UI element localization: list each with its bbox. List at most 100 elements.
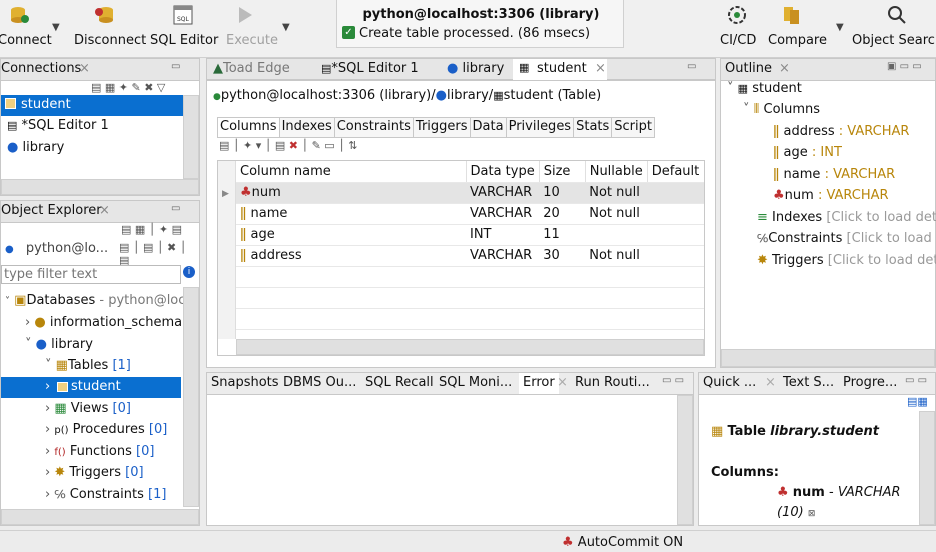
chevron-right-icon[interactable]: › <box>45 487 50 502</box>
chevron-down-icon[interactable]: ▼ <box>282 22 290 33</box>
object-search-button[interactable]: Object Search <box>848 0 936 58</box>
minimize-icon[interactable]: ▭ ▭ <box>905 375 927 386</box>
outline-col-name[interactable]: ǁ name : VARCHAR <box>773 167 895 182</box>
subtab-data[interactable]: Data <box>469 118 506 137</box>
sql-editor-button[interactable]: SQL SQL Editor <box>150 0 218 58</box>
chevron-right-icon[interactable]: › <box>45 379 50 394</box>
vertical-scrollbar[interactable] <box>677 395 693 525</box>
tree-procedures[interactable]: › p() Procedures [0] <box>45 422 167 437</box>
table-row[interactable]: ♣num VARCHAR 10 Not null <box>236 182 704 204</box>
outline-constraints[interactable]: ℅Constraints [Click to load de <box>757 231 936 246</box>
outline-col-address[interactable]: ǁ address : VARCHAR <box>773 124 909 139</box>
chevron-down-icon[interactable]: ▼ <box>836 22 844 33</box>
minimize-icon[interactable]: ▭ ▭ <box>662 375 684 386</box>
close-icon[interactable]: × <box>595 61 606 76</box>
chevron-down-icon[interactable]: ˅ <box>45 358 52 373</box>
cicd-button[interactable]: CI/CD <box>716 0 760 58</box>
header-column-name[interactable]: Column name <box>236 161 467 183</box>
header-size[interactable]: Size <box>539 161 586 183</box>
horizontal-scrollbar[interactable] <box>1 179 199 195</box>
subtab-constraints[interactable]: Constraints <box>333 118 413 137</box>
tab-dbms-output[interactable]: DBMS Ou... <box>283 375 356 390</box>
tab-toad-edge[interactable]: ▲Toad Edge <box>213 61 290 76</box>
tab-error[interactable]: Error <box>519 373 559 394</box>
tab-library[interactable]: ● library <box>447 61 504 76</box>
tab-run-routine[interactable]: Run Routi... <box>575 375 650 390</box>
connection-item-library[interactable]: ● library <box>7 140 64 155</box>
disconnect-button[interactable]: Disconnect <box>74 0 146 58</box>
chevron-down-icon[interactable]: ▼ <box>52 22 60 33</box>
outline-col-age[interactable]: ǁ age : INT <box>773 145 842 160</box>
connect-button[interactable]: ▼ Connect <box>0 0 60 58</box>
close-icon[interactable]: × <box>79 61 90 76</box>
explorer-connection[interactable]: ● python@lo... <box>5 241 108 256</box>
header-data-type[interactable]: Data type <box>466 161 540 183</box>
connection-item-sql-editor[interactable]: ▤ *SQL Editor 1 <box>7 118 109 133</box>
subtab-triggers[interactable]: Triggers <box>412 118 470 137</box>
outline-menu-icons[interactable]: ▣ ▭ ▭ <box>887 61 922 72</box>
tab-sql-monitor[interactable]: SQL Moni... <box>439 375 512 390</box>
close-icon[interactable]: × <box>557 375 568 390</box>
autocommit-status[interactable]: ♣ AutoCommit ON <box>562 535 683 550</box>
chevron-down-icon[interactable]: ˅ <box>727 81 734 96</box>
subtab-privileges[interactable]: Privileges <box>505 118 574 137</box>
connection-action-icons[interactable]: ▤ │ ▤ │ ✖ │ ▤ <box>119 241 199 267</box>
execute-button[interactable]: ▼ Execute <box>226 0 290 58</box>
close-icon[interactable]: × <box>779 61 790 76</box>
tab-text-search[interactable]: Text S... <box>783 375 834 390</box>
table-row[interactable]: ǁ address VARCHAR 30 Not null <box>236 245 704 267</box>
quick-toolbar-icons[interactable]: ▤▦ <box>907 395 928 408</box>
tab-outline[interactable]: Outline <box>725 61 772 76</box>
tab-object-explorer[interactable]: Object Explorer <box>1 203 102 218</box>
chevron-down-icon[interactable]: ˅ <box>743 102 750 117</box>
tab-sql-editor[interactable]: ▤*SQL Editor 1 <box>321 61 419 76</box>
tree-information-schema[interactable]: › ● information_schema <box>25 315 182 330</box>
chevron-down-icon[interactable]: ˅ <box>5 296 10 307</box>
tab-quick-view[interactable]: Quick ... <box>703 375 756 390</box>
tree-databases[interactable]: ˅ ▣Databases - python@loca <box>5 293 193 308</box>
outline-columns[interactable]: ˅ ⦀ Columns <box>743 102 820 117</box>
tree-library[interactable]: ˅ ● library <box>25 337 93 352</box>
table-row[interactable]: ǁ age INT 11 <box>236 224 704 246</box>
horizontal-scrollbar[interactable] <box>1 509 199 525</box>
close-icon[interactable]: × <box>99 203 110 218</box>
chevron-right-icon[interactable]: › <box>45 444 50 459</box>
tab-sql-recall[interactable]: SQL Recall <box>365 375 434 390</box>
subtab-indexes[interactable]: Indexes <box>278 118 334 137</box>
chevron-right-icon[interactable]: › <box>45 465 50 480</box>
column-toolbar-icons[interactable]: ▤ │ ✦ ▾ │ ▤ ✖ │ ✎ ▭ │ ⇅ <box>219 139 358 152</box>
vertical-scrollbar[interactable] <box>183 287 199 507</box>
tree-views[interactable]: › ▦ Views [0] <box>45 401 131 416</box>
vertical-scrollbar[interactable] <box>183 95 199 179</box>
tree-tables[interactable]: ˅ ▦Tables [1] <box>45 358 131 373</box>
minimize-icon[interactable]: ▭ <box>687 61 696 72</box>
tab-connections[interactable]: Connections <box>1 61 81 76</box>
explorer-toolbar-icons[interactable]: ▤ ▦ │ ✦ ▤ <box>121 223 182 236</box>
subtab-stats[interactable]: Stats <box>573 118 611 137</box>
minimize-icon[interactable]: ▭ <box>171 203 180 214</box>
tree-functions[interactable]: › f() Functions [0] <box>45 444 154 459</box>
outline-indexes[interactable]: ≡ Indexes [Click to load detail <box>757 210 936 225</box>
subtab-columns[interactable]: Columns <box>218 118 279 137</box>
minimize-icon[interactable]: ▭ <box>171 61 180 72</box>
close-icon[interactable]: × <box>765 375 776 390</box>
connections-toolbar-icons[interactable]: ▤ ▦ ✦ ✎ ✖ ▽ <box>91 81 165 94</box>
outline-triggers[interactable]: ✸ Triggers [Click to load detai <box>757 253 936 268</box>
compare-button[interactable]: ▼ Compare <box>766 0 844 58</box>
connection-item-student[interactable]: student <box>1 95 183 116</box>
table-row[interactable]: ǁ name VARCHAR 20 Not null <box>236 203 704 225</box>
tab-snapshots[interactable]: Snapshots <box>211 375 279 390</box>
subtab-script[interactable]: Script <box>611 118 654 137</box>
vertical-scrollbar[interactable] <box>919 411 935 525</box>
header-default[interactable]: Default <box>647 161 704 183</box>
chevron-down-icon[interactable]: ˅ <box>25 337 32 352</box>
chevron-right-icon[interactable]: › <box>45 401 50 416</box>
tree-student[interactable]: › student <box>1 377 181 398</box>
tab-progress[interactable]: Progre... <box>843 375 897 390</box>
tree-constraints[interactable]: › ℅ Constraints [1] <box>45 487 166 502</box>
tab-student[interactable]: ▦ student × <box>513 59 607 80</box>
tree-triggers[interactable]: › ✸ Triggers [0] <box>45 465 144 480</box>
horizontal-scrollbar[interactable] <box>236 339 704 355</box>
filter-input[interactable] <box>1 265 181 284</box>
outline-student[interactable]: ˅ ▦ student <box>727 81 802 96</box>
